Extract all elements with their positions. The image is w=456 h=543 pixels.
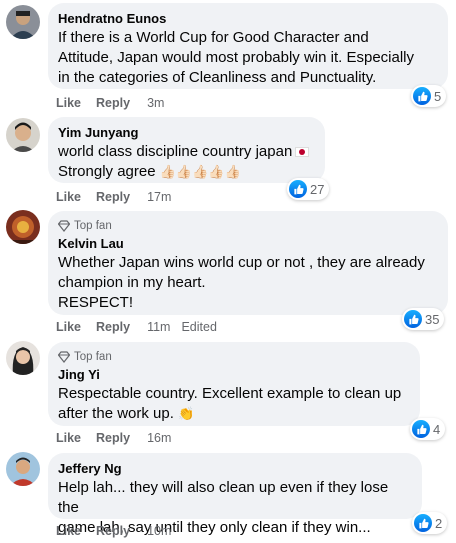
comment-author[interactable]: Jing Yi: [58, 366, 408, 383]
reaction-number: 35: [425, 311, 440, 327]
reply-button[interactable]: Reply: [96, 431, 130, 445]
japan-flag-icon: [295, 147, 310, 158]
comment-line: Attitude, Japan would most probably win …: [58, 49, 415, 66]
comment-line: world class discipline country japan: [58, 142, 313, 162]
comment-feed: Hendratno Eunos If there is a World Cup …: [0, 0, 456, 543]
comment-line: Respectable country. Excellent example t…: [58, 385, 402, 402]
comment-line: If there is a World Cup for Good Charact…: [58, 29, 369, 46]
reaction-number: 2: [435, 515, 443, 531]
comment-bubble: Top fan Kelvin Lau Whether Japan wins wo…: [48, 211, 448, 315]
reaction-count[interactable]: 2: [412, 512, 448, 534]
reply-button[interactable]: Reply: [96, 320, 130, 334]
avatar[interactable]: [6, 341, 40, 375]
timestamp[interactable]: 16m: [147, 431, 171, 445]
comment-line: Help lah... they will also clean up even…: [58, 479, 389, 516]
reaction-number: 5: [434, 88, 442, 104]
comment-actions: Like Reply 3m: [56, 95, 164, 111]
comment-line: after the work up. 👏: [58, 404, 408, 424]
thumbs-up-emoji-icon: 👍🏻👍🏻👍🏻👍🏻👍🏻: [159, 164, 241, 180]
timestamp[interactable]: 11m: [147, 320, 170, 334]
comment-bubble: Hendratno Eunos If there is a World Cup …: [48, 3, 448, 89]
like-button[interactable]: Like: [56, 320, 81, 334]
edited-label: Edited: [181, 320, 217, 334]
thumbs-up-icon: [412, 420, 430, 438]
comment-bubble: Top fan Jing Yi Respectable country. Exc…: [48, 342, 420, 426]
comment-text: world class discipline country japan Str…: [58, 142, 313, 182]
like-button[interactable]: Like: [56, 524, 81, 538]
thumbs-up-icon: [414, 514, 432, 532]
avatar[interactable]: [6, 5, 40, 39]
comment-text: Whether Japan wins world cup or not , th…: [58, 253, 436, 313]
thumbs-up-icon: [413, 87, 431, 105]
avatar[interactable]: [6, 210, 40, 244]
comment-line: in the categories of Cleanliness and Pun…: [58, 69, 377, 86]
comment-actions: Like Reply 16m: [56, 430, 171, 446]
avatar[interactable]: [6, 118, 40, 152]
top-fan-label: Top fan: [74, 350, 112, 363]
timestamp[interactable]: 17m: [147, 190, 171, 204]
diamond-icon: [58, 350, 70, 363]
timestamp[interactable]: 10m: [147, 524, 171, 538]
like-button[interactable]: Like: [56, 96, 81, 110]
reaction-number: 4: [433, 421, 441, 437]
reaction-count[interactable]: 35: [402, 308, 445, 330]
comment-bubble: Jeffery Ng Help lah... they will also cl…: [48, 453, 422, 536]
comment-actions: Like Reply 10m: [56, 523, 171, 539]
top-fan-label: Top fan: [74, 219, 112, 232]
comment-line: Strongly agree 👍🏻👍🏻👍🏻👍🏻👍🏻: [58, 162, 313, 182]
comment-author[interactable]: Yim Junyang: [58, 124, 313, 141]
comment-bubble: Yim Junyang world class discipline count…: [48, 117, 325, 183]
reply-button[interactable]: Reply: [96, 96, 130, 110]
comment-actions: Like Reply 17m: [56, 189, 171, 205]
comment-line: champion in my heart.: [58, 274, 206, 291]
comment-line: RESPECT!: [58, 294, 134, 311]
comment-author[interactable]: Hendratno Eunos: [58, 10, 436, 27]
reaction-count[interactable]: 5: [411, 85, 447, 107]
comment-author[interactable]: Jeffery Ng: [58, 460, 410, 477]
diamond-icon: [58, 219, 70, 232]
like-button[interactable]: Like: [56, 431, 81, 445]
reaction-count[interactable]: 27: [287, 178, 330, 200]
reaction-number: 27: [310, 181, 325, 197]
comment-text: If there is a World Cup for Good Charact…: [58, 28, 436, 88]
comment-text: Respectable country. Excellent example t…: [58, 384, 408, 424]
top-fan-badge: Top fan: [58, 218, 436, 233]
clapping-hands-icon: 👏: [178, 406, 195, 422]
reaction-count[interactable]: 4: [410, 418, 446, 440]
timestamp[interactable]: 3m: [147, 96, 164, 110]
like-button[interactable]: Like: [56, 190, 81, 204]
comment-actions: Like Reply 11m Edited: [56, 319, 217, 335]
comment-author[interactable]: Kelvin Lau: [58, 235, 436, 252]
reply-button[interactable]: Reply: [96, 190, 130, 204]
comment-line: Whether Japan wins world cup or not , th…: [58, 254, 425, 271]
top-fan-badge: Top fan: [58, 349, 408, 364]
thumbs-up-icon: [404, 310, 422, 328]
thumbs-up-icon: [289, 180, 307, 198]
avatar[interactable]: [6, 452, 40, 486]
reply-button[interactable]: Reply: [96, 524, 130, 538]
